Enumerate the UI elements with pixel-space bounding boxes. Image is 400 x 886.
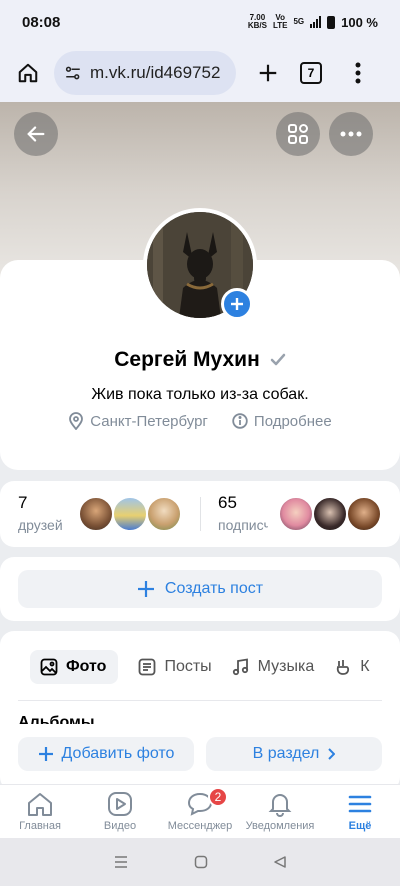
followers-label: подписчиков: [218, 517, 268, 533]
friend-avatar: [112, 496, 148, 532]
profile-name: Сергей Мухин: [114, 348, 260, 371]
nav-more[interactable]: Ещё: [320, 785, 400, 838]
recent-apps-icon[interactable]: [113, 855, 129, 869]
plus-icon: [38, 747, 53, 761]
browser-home-button[interactable]: [10, 55, 46, 91]
nav-video[interactable]: Видео: [80, 785, 160, 838]
arrow-left-icon: [27, 126, 45, 142]
friends-label: друзей: [18, 517, 63, 533]
tab-music[interactable]: Музыка: [232, 650, 314, 684]
home-icon: [18, 63, 38, 83]
profile-meta: Санкт-Петербург Подробнее: [0, 412, 400, 430]
home-icon: [28, 793, 52, 816]
nav-home[interactable]: Главная: [0, 785, 80, 838]
bottom-navigation: Главная Видео 2 Мессенджер Уведомления Е…: [0, 784, 400, 838]
battery-icon: [327, 15, 336, 29]
more-button[interactable]: [329, 112, 373, 156]
profile-name-row: Сергей Мухин: [0, 348, 400, 372]
more-vertical-icon: [355, 62, 361, 84]
plus-icon: [259, 64, 277, 82]
albums-title: Альбомы: [18, 714, 95, 724]
friend-avatar: [146, 496, 182, 532]
grid-icon: [288, 124, 308, 144]
back-triangle-icon[interactable]: [273, 855, 287, 869]
tab-clips[interactable]: К: [334, 650, 370, 684]
profile-status: Жив пока только из-за собак.: [91, 386, 309, 403]
location-icon: [69, 412, 84, 430]
volte-indicator: Vo LTE: [272, 13, 288, 30]
signal-icon: [310, 16, 322, 28]
profile-city[interactable]: Санкт-Петербург: [90, 413, 208, 430]
site-settings-icon[interactable]: [64, 64, 82, 82]
to-section-button[interactable]: В раздел: [206, 737, 382, 771]
follower-avatar: [346, 496, 382, 532]
photo-icon: [40, 658, 58, 676]
stats-divider: [200, 497, 201, 531]
battery-level: 100 %: [341, 14, 378, 30]
network-speed: 7.00 KB/S: [247, 13, 267, 30]
status-bar: 08:08 7.00 KB/S Vo LTE 5G 100 %: [0, 0, 400, 44]
info-icon: [232, 413, 248, 429]
new-tab-button[interactable]: [250, 55, 286, 91]
bell-icon: [268, 794, 292, 817]
plus-icon: [231, 298, 243, 310]
profile-more-link[interactable]: Подробнее: [254, 413, 332, 430]
back-button[interactable]: [14, 112, 58, 156]
follower-avatar: [278, 496, 314, 532]
tab-switcher-button[interactable]: 7: [300, 62, 322, 84]
plus-icon: [137, 581, 154, 597]
video-icon: [108, 792, 132, 816]
browser-toolbar: m.vk.ru/id469752 7: [0, 44, 400, 102]
friend-avatar: [78, 496, 114, 532]
more-horizontal-icon: [340, 131, 362, 137]
posts-icon: [139, 658, 156, 676]
url-text: m.vk.ru/id469752: [90, 63, 221, 82]
clips-icon: [337, 660, 350, 675]
browser-menu-button[interactable]: [346, 55, 370, 91]
messenger-badge: 2: [208, 787, 228, 807]
follower-avatar: [312, 496, 348, 532]
address-bar[interactable]: m.vk.ru/id469752: [54, 51, 236, 95]
followers-count: 65: [218, 493, 237, 512]
status-time: 08:08: [22, 13, 61, 31]
nav-messenger[interactable]: 2 Мессенджер: [160, 785, 240, 838]
create-post-label: Создать пост: [164, 580, 264, 597]
content-tabs: Фото Посты Музыка К: [30, 650, 370, 684]
menu-icon: [348, 795, 372, 813]
services-button[interactable]: [276, 112, 320, 156]
chevron-right-icon: [328, 748, 336, 760]
checkmark-icon: [270, 353, 286, 366]
home-circle-icon[interactable]: [194, 855, 208, 869]
friends-count: 7: [18, 493, 28, 512]
nav-notifications[interactable]: Уведомления: [240, 785, 320, 838]
add-avatar-button[interactable]: [221, 288, 253, 320]
tab-posts[interactable]: Посты: [138, 650, 212, 684]
stats-card: 7 друзей 65 подписчиков: [0, 481, 400, 547]
network-5g: 5G: [293, 17, 305, 26]
system-navigation: [0, 838, 400, 886]
add-photo-button[interactable]: Добавить фото: [18, 737, 194, 771]
create-post-button[interactable]: Создать пост: [18, 570, 382, 608]
status-indicators: 7.00 KB/S Vo LTE 5G 100 %: [248, 14, 378, 30]
tabs-divider: [18, 700, 382, 701]
tab-photo[interactable]: Фото: [30, 650, 119, 684]
music-icon: [232, 658, 248, 676]
